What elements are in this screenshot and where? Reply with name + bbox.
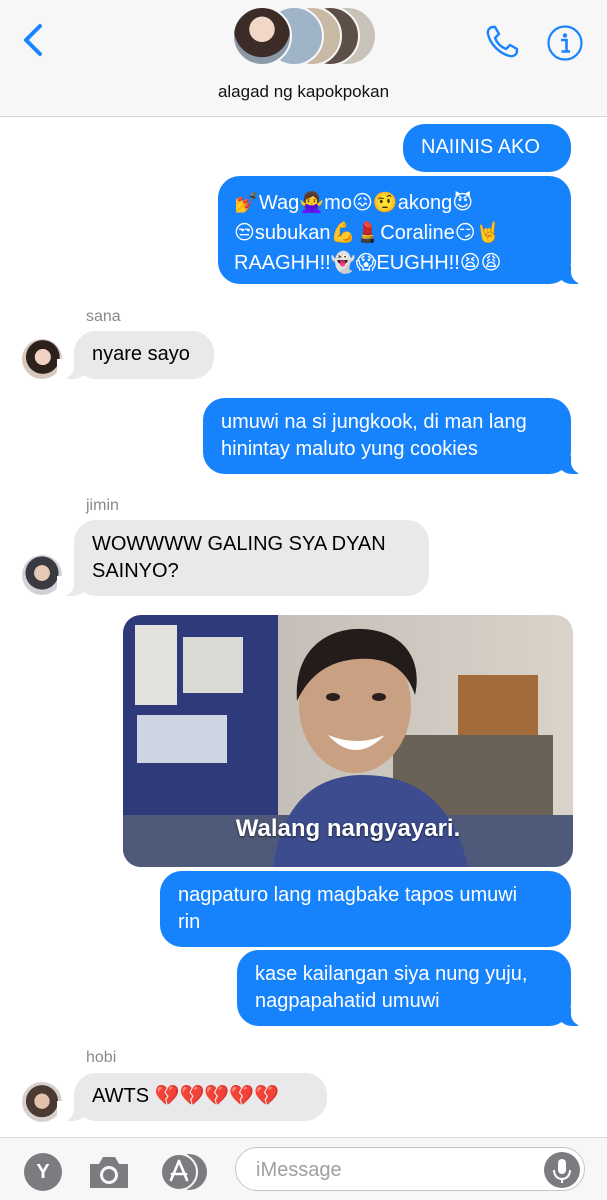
info-icon [547, 25, 583, 61]
camera-button[interactable] [86, 1152, 132, 1192]
app-store-icon [160, 1153, 207, 1191]
camera-icon [90, 1157, 128, 1188]
sender-name: jimin [86, 497, 119, 514]
message-text: nagpapahatid umuwi [255, 990, 440, 1012]
incoming-message[interactable]: AWTS 💔💔💔💔💔 [57, 1073, 327, 1121]
message-text: RAAGHH!!👻😱EUGHH!!😫😩 [234, 252, 502, 274]
sender-name: sana [86, 308, 121, 325]
message-text: nagpaturo lang magbake tapos umuwi [178, 884, 518, 906]
message-text: umuwi na si jungkook, di man lang [221, 411, 527, 433]
avatar[interactable] [22, 555, 62, 595]
group-name[interactable]: alagad ng kapokpokan [0, 82, 607, 102]
message-input[interactable]: iMessage [235, 1147, 585, 1191]
outgoing-message[interactable]: umuwi na si jungkook, di man lang hinint… [203, 398, 588, 474]
message-text: rin [178, 911, 201, 933]
call-button[interactable] [482, 22, 522, 62]
avatar[interactable] [22, 339, 62, 379]
avatar[interactable] [22, 1082, 62, 1122]
info-button[interactable] [546, 24, 584, 62]
sender-name: hobi [86, 1049, 117, 1066]
image-caption: Walang nangyayari. [235, 815, 461, 842]
message-text: WOWWWW GALING SYA DYAN [92, 533, 386, 555]
incoming-message[interactable]: WOWWWW GALING SYA DYAN SAINYO? [57, 520, 429, 596]
chevron-left-icon [24, 24, 42, 56]
back-button[interactable] [18, 20, 52, 60]
microphone-icon [553, 1159, 571, 1183]
avatar [232, 6, 292, 66]
composer-bar: Y iMessage [0, 1137, 607, 1200]
outgoing-message[interactable]: 💅Wag🙅‍♀️mo😖🤨akong😈 😒subukan💪💄Coraline😏🤘 … [218, 176, 588, 284]
message-text: 💅Wag🙅‍♀️mo😖🤨akong😈 [234, 192, 474, 214]
message-text: AWTS 💔💔💔💔💔 [92, 1085, 280, 1107]
message-text: nyare sayo [92, 343, 190, 365]
y-app-button[interactable]: Y [24, 1153, 62, 1191]
outgoing-message[interactable]: NAIINIS AKO [403, 124, 571, 172]
message-text: NAIINIS AKO [421, 136, 540, 158]
conversation-header: alagad ng kapokpokan [0, 0, 607, 117]
app-store-button[interactable] [158, 1151, 210, 1193]
group-avatars[interactable] [232, 6, 377, 70]
microphone-button[interactable] [544, 1152, 580, 1188]
image-attachment[interactable]: Walang nangyayari. [123, 615, 573, 867]
message-text: SAINYO? [92, 560, 179, 582]
outgoing-message[interactable]: kase kailangan siya nung yuju, nagpapaha… [237, 950, 588, 1026]
phone-icon [486, 25, 519, 58]
outgoing-message[interactable]: nagpaturo lang magbake tapos umuwi rin [160, 871, 571, 947]
message-text: 😒subukan💪💄Coraline😏🤘 [234, 222, 501, 244]
message-text: kase kailangan siya nung yuju, [255, 963, 528, 985]
message-text: hinintay maluto yung cookies [221, 438, 478, 460]
incoming-message[interactable]: nyare sayo [57, 331, 214, 379]
message-input-placeholder: iMessage [256, 1159, 342, 1181]
